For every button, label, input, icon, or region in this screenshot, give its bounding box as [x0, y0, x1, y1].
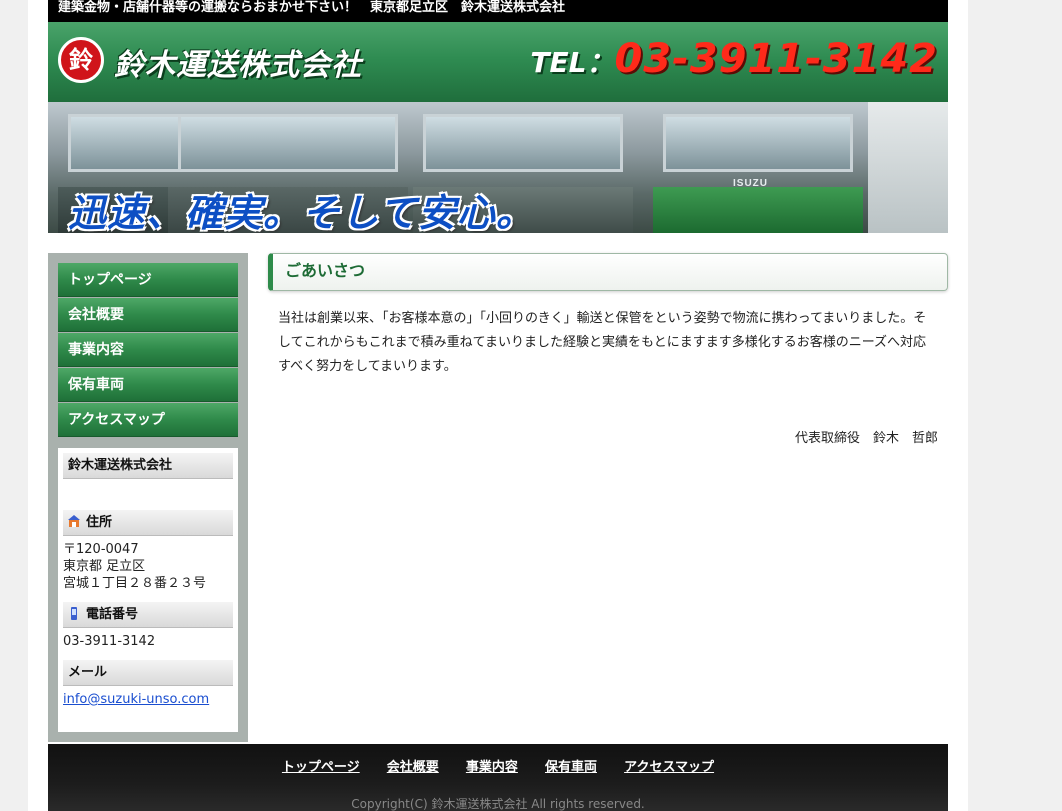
address-line2: 宮城１丁目２８番２３号	[63, 576, 207, 591]
tel-label: TEL：	[530, 46, 615, 79]
email-link[interactable]: info@suzuki-unso.com	[63, 692, 209, 707]
phone-number: 03-3911-3142	[63, 634, 156, 649]
top-tagline-bar: 建築金物・店舗什器等の運搬ならおまかせ下さい！ 東京都足立区 鈴木運送株式会社	[48, 0, 948, 22]
footer-link-access[interactable]: アクセスマップ	[624, 760, 714, 775]
page-container: 建築金物・店舗什器等の運搬ならおまかせ下さい！ 東京都足立区 鈴木運送株式会社 …	[28, 0, 968, 811]
hero-banner: ISUZU 迅速、確実。そして安心。	[48, 102, 948, 233]
hero-slogan: 迅速、確実。そして安心。	[68, 191, 535, 233]
mail-heading: メール	[63, 660, 233, 686]
ceo-signature: 代表取締役 鈴木 哲郎	[794, 431, 938, 446]
header-phone: TEL：03-3911-3142	[530, 36, 938, 82]
sidebar-item-access[interactable]: アクセスマップ	[58, 403, 238, 437]
address-line1: 東京都 足立区	[63, 559, 146, 574]
sidebar-item-vehicles[interactable]: 保有車両	[58, 368, 238, 402]
building-image	[868, 102, 948, 233]
main-content: ごあいさつ 当社は創業以来、「お客様本意の」「小回りのきく」輸送と保管をという姿…	[268, 253, 948, 446]
copyright-text: Copyright(C) 鈴木運送株式会社 All rights reserve…	[351, 797, 645, 811]
postal-code: 〒120-0047	[63, 542, 139, 557]
tagline-text: 建築金物・店舗什器等の運搬ならおまかせ下さい！ 東京都足立区 鈴木運送株式会社	[58, 0, 566, 15]
company-logo-text[interactable]: 鈴木運送株式会社	[114, 40, 362, 84]
footer-link-company[interactable]: 会社概要	[387, 760, 439, 775]
footer-nav: トップページ 会社概要 事業内容 保有車両 アクセスマップ	[48, 756, 948, 775]
logo-char: 鈴	[69, 46, 93, 74]
greeting-heading: ごあいさつ	[268, 253, 948, 291]
truck-badge: ISUZU	[733, 178, 768, 189]
address-heading: 住所	[63, 510, 233, 536]
greeting-body: 当社は創業以来、「お客様本意の」「小回りのきく」輸送と保管をという姿勢で物流に携…	[278, 311, 927, 374]
sidebar: トップページ 会社概要 事業内容 保有車両 アクセスマップ 鈴木運送株式会社 住…	[48, 253, 248, 742]
sidebar-item-company[interactable]: 会社概要	[58, 298, 238, 332]
phone-heading-label: 電話番号	[86, 607, 139, 622]
house-icon	[68, 512, 80, 527]
address-heading-label: 住所	[86, 515, 113, 530]
truck-image-green: ISUZU	[648, 102, 868, 233]
footer-link-business[interactable]: 事業内容	[466, 760, 518, 775]
site-footer: トップページ 会社概要 事業内容 保有車両 アクセスマップ Copyright(…	[48, 744, 948, 811]
sidebar-nav: トップページ 会社概要 事業内容 保有車両 アクセスマップ	[58, 263, 238, 438]
footer-link-vehicles[interactable]: 保有車両	[545, 760, 597, 775]
sidebar-item-top[interactable]: トップページ	[58, 263, 238, 297]
sidebar-item-business[interactable]: 事業内容	[58, 333, 238, 367]
footer-link-top[interactable]: トップページ	[282, 760, 360, 775]
tel-number: 03-3911-3142	[614, 36, 938, 82]
phone-heading: 電話番号	[63, 602, 233, 628]
company-logo-icon[interactable]: 鈴	[58, 37, 104, 83]
company-info-box: 鈴木運送株式会社 住所 〒120-0047 東京都 足立区 宮城１丁目２８番２３…	[58, 448, 238, 732]
info-company-heading: 鈴木運送株式会社	[63, 453, 233, 479]
address-block: 〒120-0047 東京都 足立区 宮城１丁目２８番２３号	[63, 541, 233, 592]
site-header: 鈴 鈴木運送株式会社 TEL：03-3911-3142	[48, 22, 948, 102]
mobile-phone-icon	[68, 604, 80, 620]
